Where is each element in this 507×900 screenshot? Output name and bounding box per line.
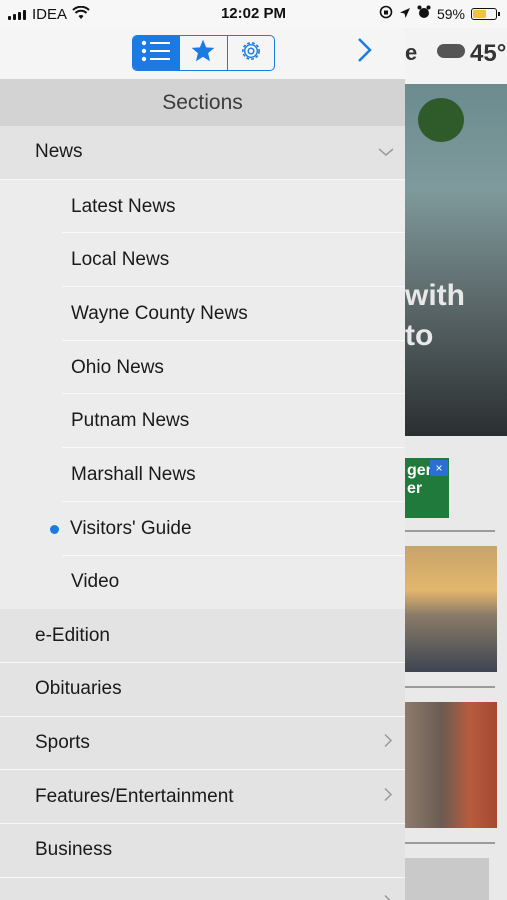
subsection-label: Latest News [71, 195, 176, 217]
subsection-label: Video [71, 571, 120, 593]
background-photo-sunset[interactable] [405, 546, 497, 672]
background-hero-headline: with to [405, 276, 465, 356]
subsection-local-news[interactable]: Local News [0, 233, 405, 288]
subsection-visitors-guide[interactable]: Visitors' Guide [0, 501, 405, 556]
subsection-putnam-news[interactable]: Putnam News [0, 394, 405, 449]
segment-sections[interactable] [133, 36, 181, 70]
subsection-label: Putnam News [71, 410, 190, 432]
section-e-edition[interactable]: e-Edition [0, 609, 405, 663]
background-photo-portrait[interactable] [405, 702, 497, 828]
subsection-marshall-news[interactable]: Marshall News [0, 448, 405, 502]
chevron-down-icon [377, 141, 395, 163]
segment-settings[interactable] [228, 36, 274, 70]
news-subsections: Latest News Local News Wayne County News… [0, 179, 405, 610]
section-label: Obituaries [35, 678, 122, 700]
background-temperature: 45° [470, 40, 507, 67]
star-icon [190, 38, 216, 69]
subsection-wayne-county-news[interactable]: Wayne County News [0, 287, 405, 341]
chevron-right-icon [383, 786, 393, 807]
drawer-toolbar [0, 28, 405, 79]
background-hero-image[interactable] [405, 84, 507, 436]
subsection-label: Visitors' Guide [70, 517, 192, 539]
view-segmented-control [132, 35, 275, 71]
subsection-ohio-news[interactable]: Ohio News [0, 340, 405, 395]
divider [405, 530, 495, 532]
divider [405, 686, 495, 688]
location-icon [399, 6, 411, 22]
hero-line-2: to [405, 319, 434, 352]
chevron-right-icon [383, 893, 393, 900]
background-photo-face[interactable] [405, 858, 489, 900]
background-weather-label: e [405, 40, 418, 65]
section-news[interactable]: News [0, 126, 405, 180]
cloud-icon [437, 44, 465, 58]
hero-line-1: with [405, 279, 465, 312]
subsection-label: Ohio News [71, 356, 164, 378]
section-obituaries[interactable]: Obituaries [0, 662, 405, 717]
subsection-label: Local News [71, 249, 170, 271]
gear-icon [238, 38, 264, 69]
selected-indicator [50, 524, 59, 534]
alarm-icon [417, 5, 431, 22]
chevron-right-icon[interactable] [356, 36, 374, 71]
battery-percent: 59% [436, 5, 465, 22]
subsection-label: Wayne County News [71, 302, 248, 324]
section-business[interactable]: Business [0, 823, 405, 878]
section-next-partial[interactable] [0, 877, 405, 900]
chevron-right-icon [383, 732, 393, 753]
orientation-lock-icon [379, 5, 393, 22]
section-sports[interactable]: Sports [0, 716, 405, 771]
section-label: News [35, 141, 83, 163]
subsection-label: Marshall News [71, 463, 196, 485]
close-icon[interactable]: × [430, 460, 448, 476]
segment-favorites[interactable] [180, 36, 228, 70]
section-label: Business [35, 839, 113, 861]
list-icon [140, 39, 172, 68]
section-label: Sports [35, 731, 90, 753]
battery-icon [471, 7, 500, 20]
subsection-video[interactable]: Video [0, 555, 405, 610]
sections-title: Sections [0, 79, 405, 126]
background-hero-tree [418, 98, 464, 142]
status-bar: IDEA 12:02 PM 59% [0, 0, 507, 28]
sections-drawer: Sections News Latest News Local News Way… [0, 28, 405, 900]
status-right: 59% [379, 5, 500, 22]
subsection-latest-news[interactable]: Latest News [0, 179, 405, 234]
section-features-entertainment[interactable]: Features/Entertainment [0, 770, 405, 824]
section-label: Features/Entertainment [35, 785, 234, 807]
section-label: e-Edition [35, 624, 110, 646]
divider [405, 842, 495, 844]
